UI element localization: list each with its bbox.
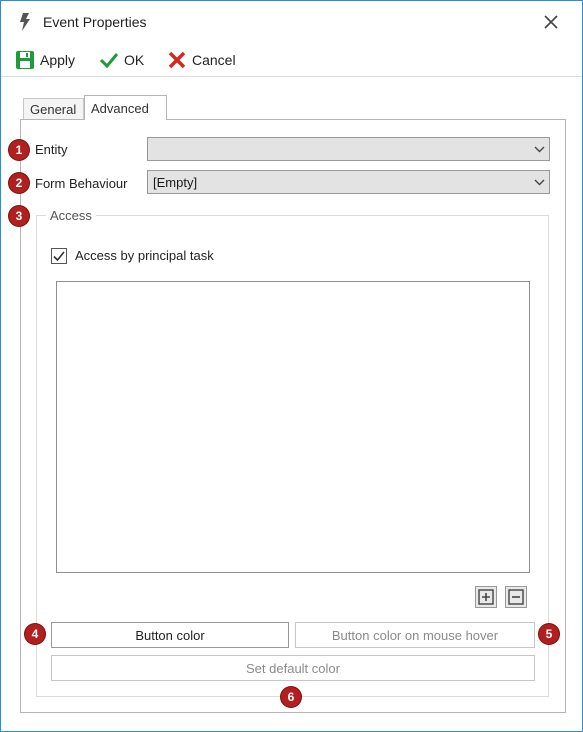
button-color-hover-button[interactable]: Button color on mouse hover bbox=[295, 622, 535, 648]
callout-badge-3: 3 bbox=[9, 206, 29, 226]
ok-label: OK bbox=[124, 52, 145, 68]
callout-badge-2: 2 bbox=[9, 173, 29, 193]
close-icon bbox=[544, 15, 558, 29]
minus-box-icon bbox=[508, 589, 524, 605]
toolbar: Apply OK Cancel bbox=[1, 43, 582, 77]
tab-general[interactable]: General bbox=[23, 98, 84, 119]
entity-label: Entity bbox=[35, 142, 68, 157]
close-button[interactable] bbox=[538, 9, 564, 35]
apply-label: Apply bbox=[40, 52, 76, 68]
form-behaviour-dropdown[interactable]: [Empty] bbox=[147, 170, 550, 194]
title-bar: Event Properties bbox=[1, 1, 582, 43]
save-icon bbox=[16, 51, 34, 69]
event-properties-dialog: Event Properties Apply OK Cancel General… bbox=[0, 0, 583, 732]
button-color-button[interactable]: Button color bbox=[51, 622, 289, 648]
callout-badge-1: 1 bbox=[9, 140, 29, 160]
x-icon bbox=[168, 51, 186, 69]
apply-button[interactable]: Apply bbox=[15, 48, 75, 72]
window-title: Event Properties bbox=[43, 14, 147, 30]
form-behaviour-label: Form Behaviour bbox=[35, 176, 128, 191]
callout-badge-6: 6 bbox=[281, 687, 301, 707]
lightning-icon bbox=[20, 13, 30, 31]
access-by-principal-task-label[interactable]: Access by principal task bbox=[75, 248, 214, 263]
access-list[interactable] bbox=[56, 281, 530, 573]
add-access-button[interactable] bbox=[475, 586, 497, 608]
cancel-label: Cancel bbox=[192, 52, 236, 68]
ok-button[interactable]: OK bbox=[99, 48, 144, 72]
chevron-down-icon bbox=[529, 171, 549, 193]
checkmark-icon bbox=[99, 53, 119, 69]
form-behaviour-value: [Empty] bbox=[153, 174, 198, 190]
access-by-principal-task-checkbox[interactable] bbox=[51, 248, 67, 264]
callout-badge-5: 5 bbox=[539, 624, 559, 644]
callout-badge-4: 4 bbox=[25, 624, 45, 644]
plus-box-icon bbox=[478, 589, 494, 605]
entity-dropdown[interactable] bbox=[147, 137, 550, 161]
set-default-color-button[interactable]: Set default color bbox=[51, 655, 535, 681]
access-group-title: Access bbox=[46, 208, 96, 223]
chevron-down-icon bbox=[529, 138, 549, 160]
checkmark-icon bbox=[53, 250, 65, 261]
remove-access-button[interactable] bbox=[505, 586, 527, 608]
cancel-button[interactable]: Cancel bbox=[167, 48, 236, 72]
tab-advanced[interactable]: Advanced bbox=[84, 95, 167, 120]
